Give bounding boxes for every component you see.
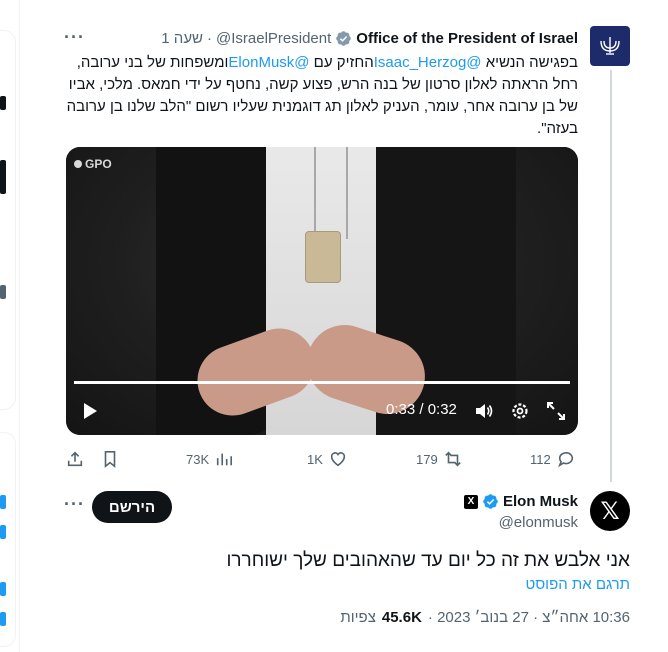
main-tweet-text: אני אלבש את זה כל יום עד שהאהובים שלך יש…: [226, 550, 630, 571]
parent-header: שעה 1 · @IsraelPresident Office of the P…: [161, 28, 578, 48]
volume-button[interactable]: [474, 401, 494, 421]
main-display-name[interactable]: Elon Musk: [503, 493, 578, 510]
x-logo-icon: 𝕏: [600, 497, 620, 525]
retweet-button[interactable]: 179: [416, 448, 462, 470]
mention-link[interactable]: @Isaac_Herzog: [374, 54, 482, 71]
parent-avatar[interactable]: [590, 26, 630, 66]
mention-link[interactable]: @ElonMusk: [228, 54, 309, 71]
share-button[interactable]: [66, 448, 84, 470]
sidebar-glyph: [0, 582, 6, 596]
views-label: צפיות: [340, 609, 376, 626]
verified-gray-badge-icon: [336, 30, 352, 46]
watermark-text: GPO: [85, 157, 112, 171]
bookmark-icon: [104, 450, 116, 468]
parent-display-name[interactable]: Office of the President of Israel: [356, 30, 578, 47]
main-handle[interactable]: @elonmusk: [499, 514, 578, 531]
timestamp[interactable]: 10:36 אחה״צ · 27 בנוב׳ 2023 ·: [428, 609, 630, 626]
sidebar-card: [0, 30, 16, 410]
heart-icon: [330, 452, 346, 467]
views-count: 45.6K: [381, 609, 422, 626]
replies-count: 112: [530, 451, 551, 467]
parent-tweet-text: בפגישה הנשיא @Isaac_Herzogהחזיק עם @Elon…: [58, 52, 578, 140]
more-options-icon[interactable]: ···: [64, 27, 85, 48]
sidebar-glyph: [0, 495, 6, 509]
play-icon: [84, 403, 97, 419]
play-button[interactable]: [80, 401, 100, 421]
tweet-metadata: 10:36 אחה״צ · 27 בנוב׳ 2023 · 45.6K צפיו…: [340, 609, 630, 626]
more-options-icon[interactable]: ···: [64, 494, 85, 515]
sidebar-glyph: [0, 160, 6, 194]
thread-connector-line: [610, 70, 612, 482]
text-segment: החזיק עם: [309, 54, 374, 71]
volume-icon: [476, 404, 493, 418]
share-icon: [67, 451, 83, 467]
parent-handle[interactable]: @IsraelPresident: [216, 30, 331, 47]
verified-blue-badge-icon: [483, 494, 498, 509]
video-frame: [305, 231, 341, 283]
analytics-icon: [217, 453, 233, 466]
translate-post-link[interactable]: תרגם את הפוסט: [526, 576, 630, 593]
sidebar-glyph: [0, 285, 6, 299]
sidebar-glyph: [0, 612, 6, 626]
bookmark-button[interactable]: [101, 448, 119, 470]
video-progress-bar[interactable]: [74, 381, 570, 384]
video-frame: [314, 147, 348, 239]
main-name-row: X Elon Musk: [463, 493, 578, 510]
like-button[interactable]: 1K: [307, 448, 347, 470]
menorah-emblem-icon: [600, 37, 620, 55]
gear-icon: [512, 403, 528, 419]
likes-count: 1K: [307, 451, 323, 467]
video-player[interactable]: GPO 0:33 / 0:32: [66, 147, 578, 435]
sidebar-glyph: [0, 525, 6, 539]
video-time-label: 0:33 / 0:32: [386, 401, 457, 418]
x-affiliate-badge-icon: X: [463, 494, 478, 509]
retweets-count: 179: [416, 451, 438, 467]
main-avatar[interactable]: 𝕏: [590, 491, 630, 531]
sidebar-glyph: [0, 96, 6, 110]
gpo-watermark: GPO: [74, 157, 112, 171]
fullscreen-button[interactable]: [546, 401, 566, 421]
reply-button[interactable]: 112: [530, 448, 575, 470]
post-time[interactable]: שעה 1: [161, 30, 203, 47]
video-progress-fill: [74, 381, 570, 384]
views-button[interactable]: 73K: [186, 448, 233, 470]
follow-button[interactable]: הירשם: [92, 491, 172, 523]
settings-button[interactable]: [510, 401, 530, 421]
text-segment: בפגישה הנשיא: [481, 54, 578, 71]
video-time: 0:33 / 0:32: [386, 401, 457, 418]
retweet-icon: [444, 451, 461, 467]
separator-dot: ·: [207, 29, 212, 47]
fullscreen-icon: [547, 402, 565, 420]
reply-icon: [557, 451, 573, 468]
left-sidebar-edge: [0, 0, 20, 652]
views-count: 73K: [186, 451, 210, 467]
